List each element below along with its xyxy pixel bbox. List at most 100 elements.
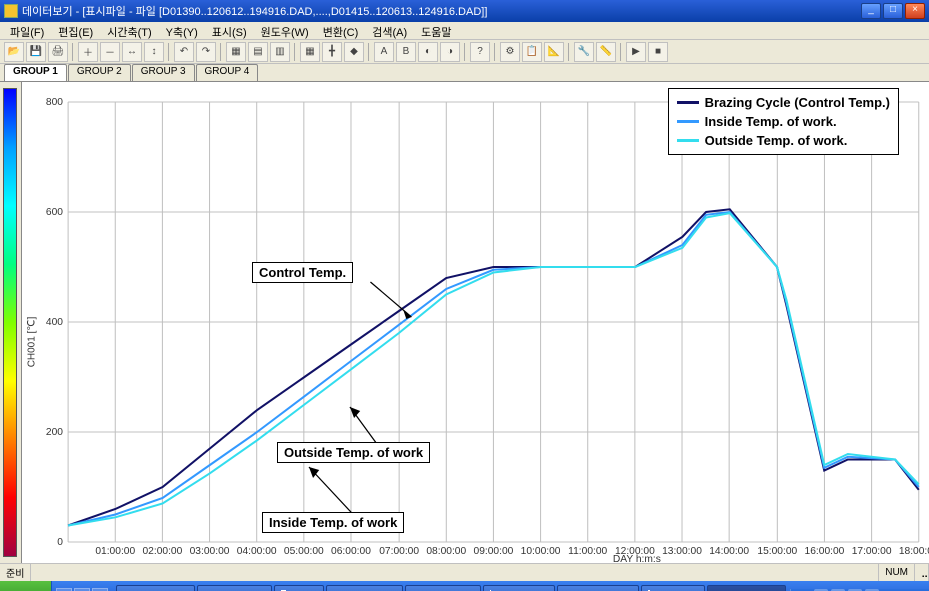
plot-area[interactable]: 0 200 400 600 800 CH001 [℃] 01:00:00 02:… [22,82,929,563]
svg-text:800: 800 [46,97,63,108]
svg-text:08:00:00: 08:00:00 [426,546,466,557]
separator [368,43,370,61]
task-item[interactable]: 거래 현황 /w... [326,585,403,591]
tb-measure-icon[interactable]: 📐 [544,42,564,62]
separator [464,43,466,61]
svg-text:02:00:00: 02:00:00 [142,546,182,557]
tb-save-icon[interactable]: 💾 [26,42,46,62]
tb-stop-icon[interactable]: ■ [648,42,668,62]
menu-yaxis[interactable]: Y축(Y) [160,24,204,37]
task-item-active[interactable]: 데이터보기 - ... [707,585,786,591]
callout-outside: Outside Temp. of work [277,442,430,463]
tb-chart3-icon[interactable]: ▥ [270,42,290,62]
tb-play-icon[interactable]: ▶ [626,42,646,62]
task-item[interactable]: SolidWorks 2... [557,585,639,591]
svg-text:15:00:00: 15:00:00 [757,546,797,557]
tb-tool2-icon[interactable]: 📏 [596,42,616,62]
svg-text:14:00:00: 14:00:00 [709,546,749,557]
tab-group-1[interactable]: GROUP 1 [4,64,67,81]
svg-text:09:00:00: 09:00:00 [474,546,514,557]
tb-mark-icon[interactable]: ◆ [344,42,364,62]
task-item[interactable]: 20120718 [641,585,705,591]
start-button[interactable]: ◉시작 [0,581,52,591]
task-item[interactable]: Book2 [274,585,324,591]
task-item[interactable]: 3 Microsof... [483,585,555,591]
menu-time[interactable]: 시간축(T) [101,24,157,37]
svg-text:07:00:00: 07:00:00 [379,546,419,557]
legend-label: Brazing Cycle (Control Temp.) [705,95,890,110]
x-axis: 01:00:00 02:00:00 03:00:00 04:00:00 05:0… [95,546,929,563]
color-gradient [3,88,17,557]
window-title: 데이터보기 - [표시파일 - 파일 [D01390..120612..1949… [22,3,861,19]
svg-text:06:00:00: 06:00:00 [331,546,371,557]
menu-display[interactable]: 표시(S) [206,24,253,37]
legend-label: Outside Temp. of work. [705,133,848,148]
status-coord [819,564,879,581]
svg-text:03:00:00: 03:00:00 [190,546,230,557]
separator [494,43,496,61]
group-tabstrip: GROUP 1 GROUP 2 GROUP 3 GROUP 4 [0,64,929,82]
svg-text:400: 400 [46,317,63,328]
tb-fitx-icon[interactable]: ↔ [122,42,142,62]
tb-opt2-icon[interactable]: ◑ [440,42,460,62]
legend-item-inside: Inside Temp. of work. [677,112,890,131]
callout-control: Control Temp. [252,262,353,283]
tb-fity-icon[interactable]: ↕ [144,42,164,62]
tb-print-icon[interactable]: 🖨 [48,42,68,62]
menu-file[interactable]: 파일(F) [4,24,50,37]
task-item[interactable]: Web Mysql... [197,585,271,591]
tb-settings-icon[interactable]: ⚙ [500,42,520,62]
tab-group-4[interactable]: GROUP 4 [196,64,259,81]
tb-open-icon[interactable]: 📂 [4,42,24,62]
maximize-button[interactable]: □ [883,3,903,19]
svg-text:05:00:00: 05:00:00 [284,546,324,557]
tb-chart1-icon[interactable]: ▦ [226,42,246,62]
workspace: 0 200 400 600 800 CH001 [℃] 01:00:00 02:… [0,82,929,563]
menu-window[interactable]: 원도우(W) [255,24,315,37]
svg-text:10:00:00: 10:00:00 [521,546,561,557]
menu-edit[interactable]: 편집(E) [52,24,99,37]
status-ready: 준비 [0,564,31,581]
legend: Brazing Cycle (Control Temp.) Inside Tem… [668,88,899,155]
svg-text:01:00:00: 01:00:00 [95,546,135,557]
tb-a-icon[interactable]: A [374,42,394,62]
tab-group-3[interactable]: GROUP 3 [132,64,195,81]
minimize-button[interactable]: _ [861,3,881,19]
tb-b-icon[interactable]: B [396,42,416,62]
tb-redo-icon[interactable]: ↷ [196,42,216,62]
app-icon [4,4,18,18]
tb-undo-icon[interactable]: ↶ [174,42,194,62]
task-item[interactable]: Microsoft Ex... [116,585,195,591]
separator [72,43,74,61]
menu-help[interactable]: 도움말 [415,24,457,37]
tb-zoomout-icon[interactable]: － [100,42,120,62]
tb-grid-icon[interactable]: ▦ [300,42,320,62]
legend-item-control: Brazing Cycle (Control Temp.) [677,93,890,112]
svg-text:11:00:00: 11:00:00 [568,546,607,557]
tb-copy-icon[interactable]: 📋 [522,42,542,62]
close-button[interactable]: × [905,3,925,19]
status-bar: 준비 NUM ⣀ [0,563,929,581]
toolbar: 📂 💾 🖨 ＋ － ↔ ↕ ↶ ↷ ▦ ▤ ▥ ▦ ╋ ◆ A B ◐ ◑ ? … [0,40,929,64]
callout-inside: Inside Temp. of work [262,512,404,533]
task-item[interactable]: 2 Windows ... [405,585,481,591]
resize-grip-icon[interactable]: ⣀ [915,564,929,581]
svg-text:DAY h:m:s: DAY h:m:s [613,554,661,563]
callout-arrows [309,282,411,522]
separator [294,43,296,61]
svg-text:17:00:00: 17:00:00 [852,546,892,557]
tab-group-2[interactable]: GROUP 2 [68,64,131,81]
tb-chart2-icon[interactable]: ▤ [248,42,268,62]
tb-help-icon[interactable]: ? [470,42,490,62]
tb-opt1-icon[interactable]: ◐ [418,42,438,62]
tb-zoomin-icon[interactable]: ＋ [78,42,98,62]
svg-text:04:00:00: 04:00:00 [237,546,277,557]
menu-convert[interactable]: 변환(C) [317,24,365,37]
svg-text:16:00:00: 16:00:00 [805,546,845,557]
tb-tool1-icon[interactable]: 🔧 [574,42,594,62]
svg-text:13:00:00: 13:00:00 [662,546,702,557]
menu-search[interactable]: 검색(A) [366,24,413,37]
tb-cursor-icon[interactable]: ╋ [322,42,342,62]
channel-color-strip [0,82,22,563]
window-titlebar: 데이터보기 - [표시파일 - 파일 [D01390..120612..1949… [0,0,929,22]
